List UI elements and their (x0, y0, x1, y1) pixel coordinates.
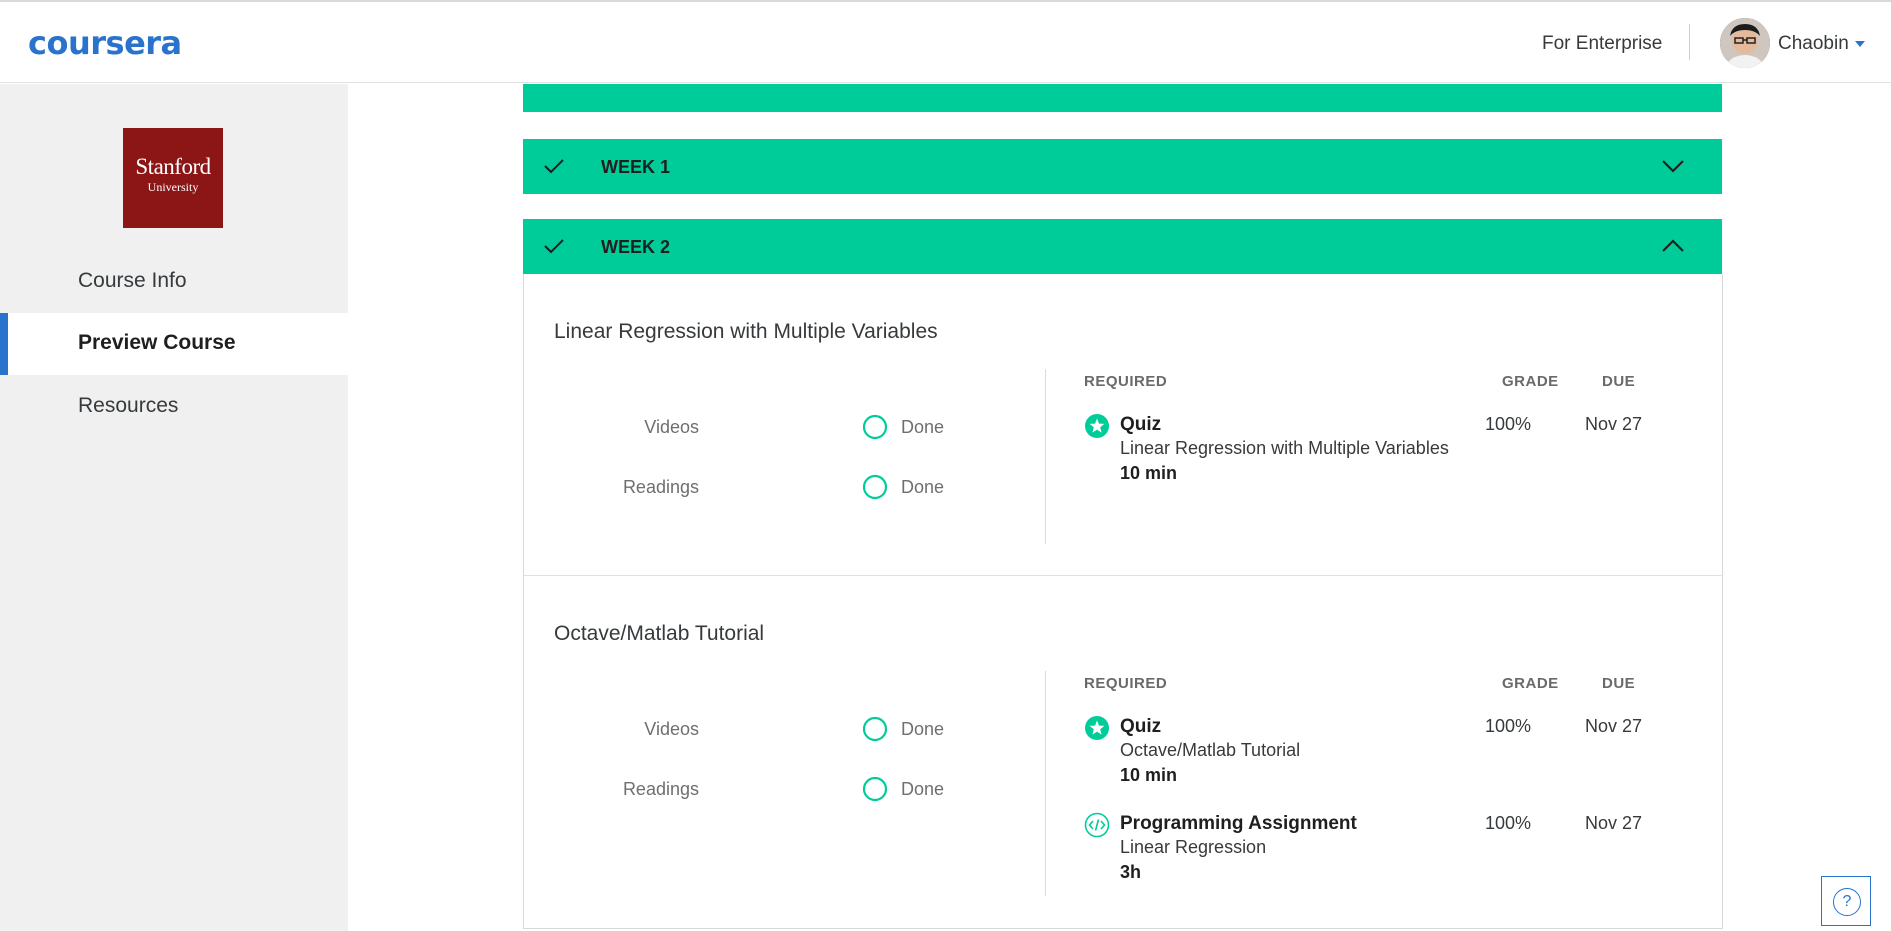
required-header: REQUIRED (1084, 675, 1168, 692)
item-type: Programming Assignment (1120, 813, 1357, 834)
university-logo-line2: University (147, 180, 199, 194)
code-icon (1084, 812, 1110, 838)
help-button[interactable]: ? (1821, 876, 1871, 926)
lesson-title[interactable]: Linear Regression with Multiple Variable… (554, 320, 938, 344)
item-grade: 100% (1485, 716, 1532, 736)
week-2-content: Linear Regression with Multiple Variable… (523, 274, 1723, 929)
chevron-down-icon[interactable] (1660, 153, 1686, 179)
sidebar-item-label: Resources (78, 394, 179, 417)
top-header: coursera For Enterprise Chaobin (0, 2, 1891, 83)
progress-ring-icon (862, 776, 888, 802)
assignment-item[interactable]: Quiz Linear Regression with Multiple Var… (1084, 413, 1704, 493)
item-due: Nov 27 (1585, 414, 1643, 434)
progress-row-readings: Readings Done (524, 472, 944, 502)
assignment-item[interactable]: Programming Assignment Linear Regression… (1084, 812, 1704, 892)
progress-ring-icon (862, 716, 888, 742)
sidebar-item-label: Preview Course (78, 331, 236, 354)
user-avatar[interactable] (1720, 18, 1770, 68)
progress-status: Done (901, 719, 945, 739)
item-due: Nov 27 (1585, 813, 1643, 833)
required-header: REQUIRED (1084, 373, 1168, 390)
item-grade: 100% (1485, 414, 1532, 434)
item-grade: 100% (1485, 813, 1532, 833)
quiz-star-icon (1085, 414, 1109, 438)
progress-label: Videos (644, 417, 699, 437)
item-name: Linear Regression with Multiple Variable… (1120, 438, 1449, 458)
sidebar-item-label: Course Info (78, 269, 187, 292)
week-2-header[interactable]: WEEK 2 (523, 219, 1722, 274)
column-divider (1045, 369, 1046, 544)
lesson-divider (524, 575, 1722, 576)
column-divider (1045, 671, 1046, 896)
item-duration: 10 min (1120, 765, 1178, 785)
progress-label: Readings (622, 477, 699, 497)
grade-header: GRADE (1502, 675, 1559, 692)
due-header: DUE (1602, 373, 1636, 390)
progress-label: Videos (644, 719, 699, 739)
progress-ring-icon (862, 474, 888, 500)
sidebar-item-course-info[interactable]: Course Info (0, 251, 348, 313)
sidebar-item-resources[interactable]: Resources (0, 376, 348, 438)
item-duration: 3h (1120, 862, 1142, 882)
progress-ring-icon (862, 414, 888, 440)
sidebar: Stanford University Course Info Preview … (0, 84, 348, 931)
progress-row-videos: Videos Done (524, 412, 944, 442)
grade-header: GRADE (1502, 373, 1559, 390)
question-icon: ? (1833, 888, 1861, 916)
quiz-star-icon (1085, 716, 1109, 740)
assignment-item[interactable]: Quiz Octave/Matlab Tutorial 10 min 100% … (1084, 715, 1704, 795)
item-due: Nov 27 (1585, 716, 1643, 736)
item-type: Quiz (1120, 414, 1162, 435)
week-1-header[interactable]: WEEK 1 (523, 139, 1722, 194)
progress-status: Done (901, 477, 945, 497)
due-header: DUE (1602, 675, 1636, 692)
lesson-title[interactable]: Octave/Matlab Tutorial (554, 622, 764, 646)
week-label: WEEK 2 (601, 237, 671, 257)
progress-status: Done (901, 779, 945, 799)
progress-status: Done (901, 417, 945, 437)
sidebar-item-preview-course[interactable]: Preview Course (0, 313, 348, 375)
coursera-logo[interactable]: coursera (28, 26, 182, 60)
item-name: Octave/Matlab Tutorial (1120, 740, 1301, 760)
progress-row-readings: Readings Done (524, 774, 944, 804)
for-enterprise-link[interactable]: For Enterprise (1542, 33, 1662, 55)
stanford-university-logo[interactable]: Stanford University (123, 128, 223, 228)
check-icon (544, 159, 564, 174)
progress-row-videos: Videos Done (524, 714, 944, 744)
check-icon (544, 239, 564, 254)
caret-down-icon[interactable] (1855, 41, 1865, 47)
item-name: Linear Regression (1120, 837, 1267, 857)
header-divider (1689, 24, 1690, 60)
previous-week-bar-edge (523, 84, 1722, 112)
university-logo-line1: Stanford (135, 154, 211, 179)
chevron-up-icon[interactable] (1660, 233, 1686, 259)
progress-label: Readings (622, 779, 699, 799)
item-duration: 10 min (1120, 463, 1178, 483)
item-type: Quiz (1120, 716, 1162, 737)
week-label: WEEK 1 (601, 157, 671, 177)
username[interactable]: Chaobin (1778, 33, 1849, 55)
